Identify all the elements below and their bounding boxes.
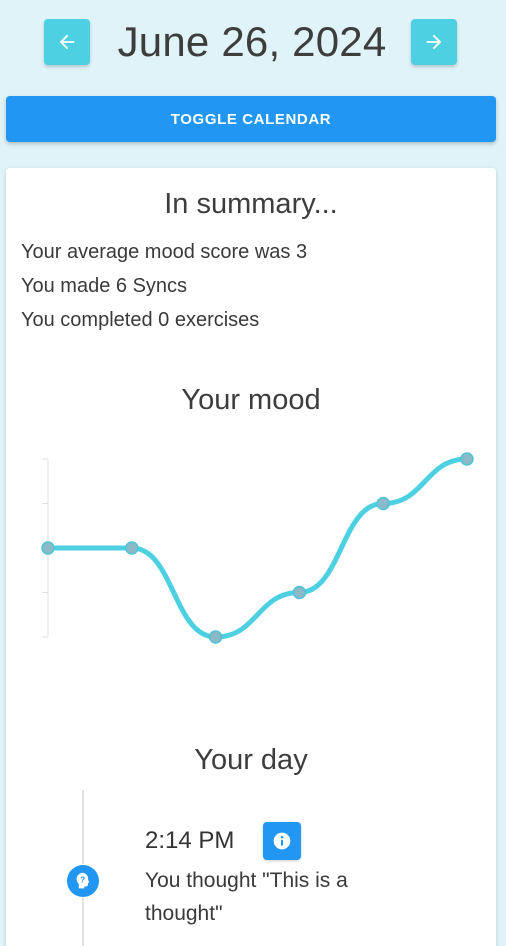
thought-head-icon: ? [76,872,90,889]
mood-series-line [45,456,470,640]
info-icon [273,832,291,850]
toggle-calendar-button[interactable]: TOGGLE CALENDAR [6,96,496,142]
page: June 26, 2024 TOGGLE CALENDAR In summary… [0,0,506,946]
summary-syncs: You made 6 Syncs [21,275,188,297]
timeline-entry-dot: ? [67,865,99,897]
page-title-date: June 26, 2024 [117,18,387,65]
entry-text: You thought "This is a thought" [145,869,348,925]
mood-data-point[interactable] [292,585,307,600]
next-day-button[interactable] [411,19,457,65]
entry-info-button[interactable] [263,822,301,860]
summary-mood-score: Your average mood score was 3 [21,241,308,263]
mood-data-point[interactable] [125,541,139,555]
mood-section-title: Your mood [181,384,321,416]
summary-title: In summary... [164,188,338,220]
arrow-left-icon [59,34,75,50]
mood-data-point[interactable] [41,541,55,555]
mood-data-point[interactable] [376,496,390,511]
mood-chart [41,452,474,644]
entry-time: 2:14 PM [145,827,235,854]
svg-text:?: ? [80,875,85,884]
previous-day-button[interactable] [44,19,90,65]
arrow-right-icon [426,34,442,50]
summary-exercises: You completed 0 exercises [21,309,260,331]
summary-card: In summary... Your average mood score wa… [6,168,496,946]
mood-data-point[interactable] [460,452,474,466]
day-section-title: Your day [194,744,308,776]
mood-data-point[interactable] [208,630,223,644]
